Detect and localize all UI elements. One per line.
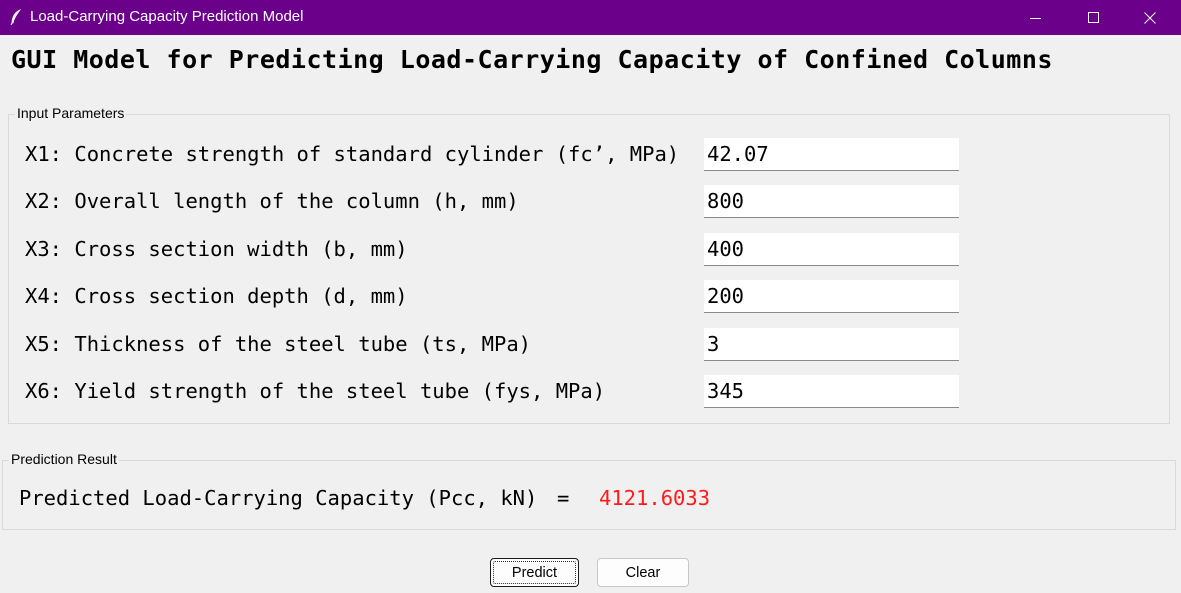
param-label-x2: X2: Overall length of the column (h, mm) xyxy=(25,189,519,213)
close-button[interactable] xyxy=(1127,0,1173,35)
param-input-x4[interactable] xyxy=(704,280,959,313)
param-label-x4: X4: Cross section depth (d, mm) xyxy=(25,284,408,308)
param-label-x3: X3: Cross section width (b, mm) xyxy=(25,237,408,261)
param-input-x2[interactable] xyxy=(704,185,959,218)
result-equals: = xyxy=(557,486,570,510)
minimize-icon xyxy=(1030,17,1041,19)
feather-icon xyxy=(9,9,23,26)
param-label-x6: X6: Yield strength of the steel tube (fy… xyxy=(25,379,606,403)
window-title: Load-Carrying Capacity Prediction Model xyxy=(30,8,304,25)
predict-button[interactable]: Predict xyxy=(490,558,579,587)
param-input-x6[interactable] xyxy=(704,375,959,408)
param-label-x1: X1: Concrete strength of standard cylind… xyxy=(25,142,680,166)
title-bar: Load-Carrying Capacity Prediction Model xyxy=(0,0,1181,35)
param-input-x3[interactable] xyxy=(704,233,959,266)
result-caption: Predicted Load-Carrying Capacity (Pcc, k… xyxy=(19,486,538,510)
maximize-button[interactable] xyxy=(1071,0,1117,35)
close-icon xyxy=(1144,11,1156,24)
minimize-button[interactable] xyxy=(1013,0,1059,35)
focus-ring xyxy=(493,561,576,584)
clear-button[interactable]: Clear xyxy=(597,558,689,587)
param-input-x1[interactable] xyxy=(704,138,959,171)
prediction-result-label: Prediction Result xyxy=(9,451,119,467)
maximize-icon xyxy=(1088,11,1099,23)
clear-button-label: Clear xyxy=(625,564,661,581)
page-title: GUI Model for Predicting Load-Carrying C… xyxy=(11,45,1053,74)
param-input-x5[interactable] xyxy=(704,328,959,361)
input-parameters-label: Input Parameters xyxy=(15,105,127,121)
param-label-x5: X5: Thickness of the steel tube (ts, MPa… xyxy=(25,332,532,356)
result-value: 4121.6033 xyxy=(599,486,711,510)
